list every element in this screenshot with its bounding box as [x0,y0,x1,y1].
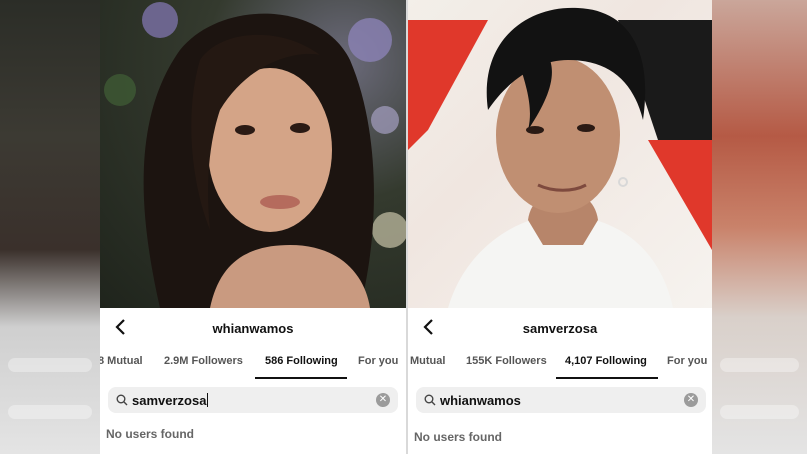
tab-mutual[interactable]: Mutual [410,355,445,367]
blurred-text [720,405,799,419]
tab-followers[interactable]: 2.9M Followers [164,355,243,367]
right-screenshot-panel: samverzosa Mutual 155K Followers 4,107 F… [408,0,712,454]
no-results-message: No users found [414,430,503,444]
profile-header: samverzosa [408,308,712,350]
blurred-text [720,358,799,372]
active-tab-indicator [556,377,658,379]
clear-icon[interactable]: ✕ [684,393,698,407]
search-icon [116,393,128,406]
profile-photo-man [408,0,712,308]
follow-tabs: Mutual 155K Followers 4,107 Following Fo… [408,350,712,380]
tab-for-you[interactable]: For you [358,355,398,367]
tab-for-you[interactable]: For you [667,355,707,367]
search-input[interactable]: samverzosa ✕ [108,387,398,413]
left-blurred-backdrop [0,0,100,454]
blurred-text [8,405,92,419]
profile-header: whianwamos [100,308,406,350]
search-query: samverzosa [132,393,207,408]
profile-handle: samverzosa [522,321,598,336]
tab-mutual[interactable]: 8 Mutual [100,355,143,367]
search-input[interactable]: whianwamos ✕ [416,387,706,413]
follow-tabs: 8 Mutual 2.9M Followers 586 Following Fo… [100,350,406,380]
profile-handle: whianwamos [212,321,294,336]
clear-icon[interactable]: ✕ [376,393,390,407]
tab-following[interactable]: 586 Following [265,355,338,367]
left-screenshot-panel: whianwamos 8 Mutual 2.9M Followers 586 F… [100,0,406,454]
tab-following[interactable]: 4,107 Following [565,355,647,367]
no-results-message: No users found [106,427,195,441]
active-tab-indicator [255,377,347,379]
search-query: whianwamos [440,393,521,408]
text-caret [207,393,209,407]
blurred-text [8,358,92,372]
profile-photo-woman [100,0,406,308]
right-blurred-backdrop [712,0,807,454]
tab-followers[interactable]: 155K Followers [466,355,547,367]
search-icon [424,393,436,406]
